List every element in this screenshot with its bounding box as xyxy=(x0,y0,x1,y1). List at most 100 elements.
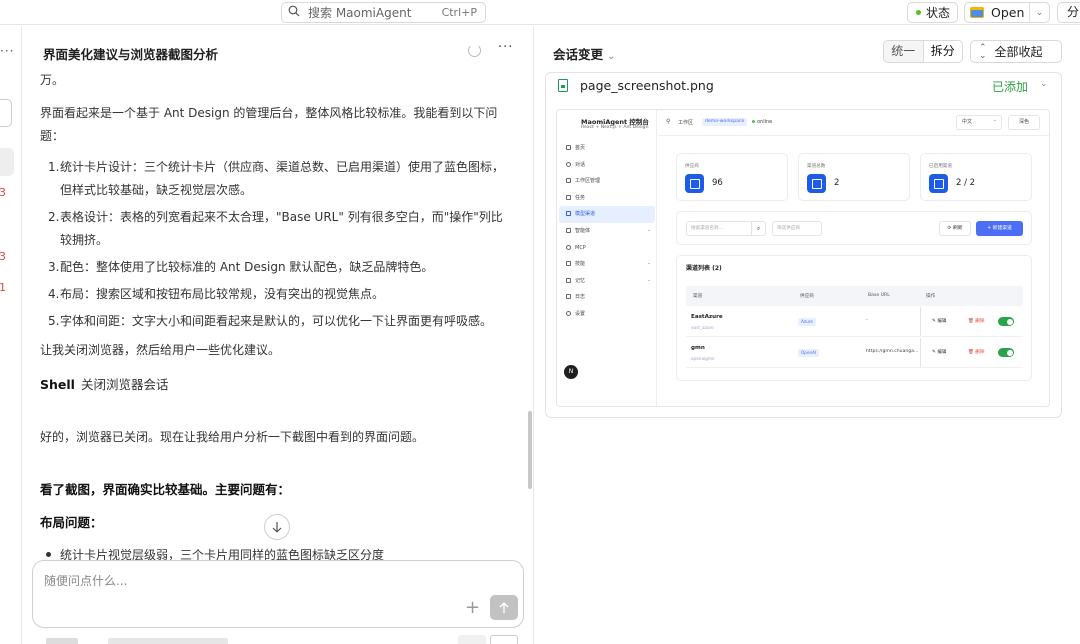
stat-icon xyxy=(685,174,704,193)
stat-icon xyxy=(807,174,826,193)
open-button[interactable]: Open ⌄ xyxy=(964,2,1050,23)
session-badge: 3 xyxy=(0,186,6,199)
send-button[interactable] xyxy=(490,595,518,620)
preview-stat-card: 已启用渠道 2 / 2 xyxy=(920,153,1032,201)
tool-call-shell[interactable]: Shell 关闭浏览器会话 xyxy=(40,373,510,396)
session-list-strip: ··· 3 3 1 xyxy=(0,26,22,644)
delete-icon: 🗑 删除 xyxy=(968,319,985,324)
preview-online-status: online xyxy=(752,119,772,125)
preview-theme-toggle: 深色 xyxy=(1008,115,1040,130)
more-icon[interactable]: ··· xyxy=(498,40,513,55)
enabled-toggle xyxy=(998,348,1014,357)
table-row: EastAzure east_azure Azure - ✎ 编辑 🗑 删除 xyxy=(686,307,1023,337)
share-button[interactable]: 分 xyxy=(1057,2,1080,23)
preview-stat-card: 渠道总数 2 xyxy=(798,153,910,201)
preview-nav: 首页 对话 工作区管理 任务 模型渠道 智能体 ⌄ MCP 技能 ⌄ 记忆 ⌄ 日志 … xyxy=(559,140,655,323)
preview-provider-filter: 筛选供应商 xyxy=(772,221,822,236)
message-text: 好的，浏览器已关闭。现在让我给用户分析一下截图中看到的界面问题。 xyxy=(40,430,425,444)
file-name: page_screenshot.png xyxy=(580,78,714,93)
list-item: 1. 统计卡片设计：三个统计卡片（供应商、渠道总数、已启用渠道）使用了蓝色图标，但… xyxy=(48,160,505,197)
file-change-card: page_screenshot.png 已添加 ⌄ MaomiAgent 控制台… xyxy=(545,72,1062,418)
scroll-down-button[interactable] xyxy=(264,514,290,540)
search-icon xyxy=(288,5,302,20)
preview-header: ⚲ 工作区 demo-workspace online 中文 深色 xyxy=(658,110,1049,136)
session-badge: 3 xyxy=(0,250,6,263)
preview-nav-item: 日志 xyxy=(559,289,655,306)
status-label: 状态 xyxy=(926,6,951,20)
list-item: 5. 字体和间距：文字大小和间距看起来是默认的，可以优化一下让界面更有呼吸感。 xyxy=(48,314,493,328)
preview-logo-subtitle: React + Next.js + Ant Design xyxy=(581,125,649,130)
mode-selector[interactable] xyxy=(108,638,228,644)
search-shortcut: Ctrl+P xyxy=(441,6,477,19)
file-status-badge: 已添加 xyxy=(992,80,1029,94)
app-window: 搜索 MaomiAgent Ctrl+P 状态 Open ⌄ 分 ··· 3 3… xyxy=(0,0,1080,644)
view-split-button[interactable]: 拆分 xyxy=(922,41,962,62)
preview-refresh-button: ⟳ 刷新 xyxy=(939,221,971,236)
chevron-down-icon[interactable]: ⌄ xyxy=(1029,3,1049,22)
add-attachment-icon[interactable]: + xyxy=(465,599,480,617)
preview-language-select: 中文 xyxy=(956,114,1002,130)
preview-sidebar: MaomiAgent 控制台 React + Next.js + Ant Des… xyxy=(557,110,657,406)
chat-scrollbar[interactable] xyxy=(528,411,532,489)
session-search-input[interactable] xyxy=(0,99,12,127)
stat-icon xyxy=(929,174,948,193)
arrow-up-icon xyxy=(499,601,509,613)
preview-workspace-tag: demo-workspace xyxy=(702,118,748,126)
message-text: 万。 xyxy=(40,73,65,87)
chevron-down-icon[interactable]: ⌄ xyxy=(1040,79,1048,89)
open-label: Open xyxy=(991,5,1025,20)
preview-nav-item: 记忆 ⌄ xyxy=(559,273,655,290)
top-bar: 搜索 MaomiAgent Ctrl+P 状态 Open ⌄ 分 xyxy=(0,0,1080,25)
chevron-down-icon: ⌄ xyxy=(607,51,616,62)
toolbar-button[interactable] xyxy=(458,635,486,644)
message-text: 让我关闭浏览器，然后给用户一些优化建议。 xyxy=(40,343,281,357)
preview-nav-item-active: 模型渠道 xyxy=(559,206,655,223)
tool-description: 关闭浏览器会话 xyxy=(80,377,169,392)
preview-nav-item: MCP xyxy=(559,240,655,257)
preview-nav-item: 任务 xyxy=(559,190,655,207)
preview-nav-item: 智能体 ⌄ xyxy=(559,223,655,240)
tool-label: Shell xyxy=(40,377,75,392)
search-icon: ⌕ xyxy=(752,221,766,236)
expand-collapse-icon: ⌃ ⌄ xyxy=(979,42,987,61)
more-icon[interactable]: ··· xyxy=(0,44,14,58)
session-item-active[interactable] xyxy=(0,148,14,176)
status-button[interactable]: 状态 xyxy=(907,2,958,23)
chat-title: 界面美化建议与浏览器截图分析 xyxy=(43,47,219,62)
global-search-box[interactable]: 搜索 MaomiAgent Ctrl+P xyxy=(281,2,486,23)
preview-avatar: N xyxy=(564,365,578,379)
model-selector[interactable] xyxy=(46,638,78,644)
preview-nav-item: 设置 xyxy=(559,306,655,323)
message-text: 看了截图，界面确实比较基础。主要问题有： xyxy=(40,482,291,497)
table-row: gmn openaigmn OpenAI https://gmn.chuanga… xyxy=(686,338,1023,368)
session-badge: 1 xyxy=(0,281,6,294)
issue-list: 1. 统计卡片设计：三个统计卡片（供应商、渠道总数、已启用渠道）使用了蓝色图标，但… xyxy=(48,156,510,333)
changes-title[interactable]: 会话变更 ⌄ xyxy=(553,44,615,63)
composer-placeholder: 随便问点什么... xyxy=(44,574,128,588)
composer-toolbar xyxy=(32,634,524,644)
search-placeholder: 搜索 MaomiAgent xyxy=(308,6,412,20)
file-change-header[interactable]: page_screenshot.png 已添加 ⌄ xyxy=(546,73,1061,99)
preview-nav-item: 首页 xyxy=(559,140,655,157)
toolbar-button[interactable] xyxy=(490,635,518,644)
preview-toolbar: 搜索渠道名称... ⌕ 筛选供应商 ⟳ 刷新 + 新建渠道 xyxy=(676,211,1032,245)
view-unified-button[interactable]: 统一 xyxy=(884,41,923,62)
preview-nav-item: 工作区管理 xyxy=(559,173,655,190)
message-text: 界面看起来是一个基于 Ant Design 的管理后台，整体风格比较标准。我能看… xyxy=(40,106,498,143)
loading-spinner-icon xyxy=(468,44,481,57)
enabled-toggle xyxy=(998,317,1014,326)
preview-channel-table: 渠道列表 (2) 渠道 供应商 Base URL 操作 EastAzure ea… xyxy=(676,255,1032,381)
arrow-down-icon xyxy=(272,522,282,533)
list-item: 2. 表格设计：表格的列宽看起来不太合理，"Base URL" 列有很多空白，而"… xyxy=(48,210,503,247)
message-composer[interactable]: 随便问点什么... + xyxy=(32,560,524,628)
preview-search-input: 搜索渠道名称... xyxy=(686,221,752,236)
edit-icon: ✎ 编辑 xyxy=(932,350,947,355)
view-mode-toggle: 统一 拆分 xyxy=(883,40,963,63)
preview-nav-item: 对话 xyxy=(559,157,655,174)
image-file-icon xyxy=(558,79,568,92)
preview-stat-card: 供应商 96 xyxy=(676,153,788,201)
message-list: 万。 界面看起来是一个基于 Ant Design 的管理后台，整体风格比较标准。… xyxy=(40,70,510,567)
collapse-all-button[interactable]: ⌃ ⌄ 全部收起 xyxy=(970,40,1062,63)
location-pin-icon: ⚲ xyxy=(666,118,671,125)
list-item: 4. 布局：搜索区域和按钮布局比较常规，没有突出的视觉焦点。 xyxy=(48,287,385,301)
